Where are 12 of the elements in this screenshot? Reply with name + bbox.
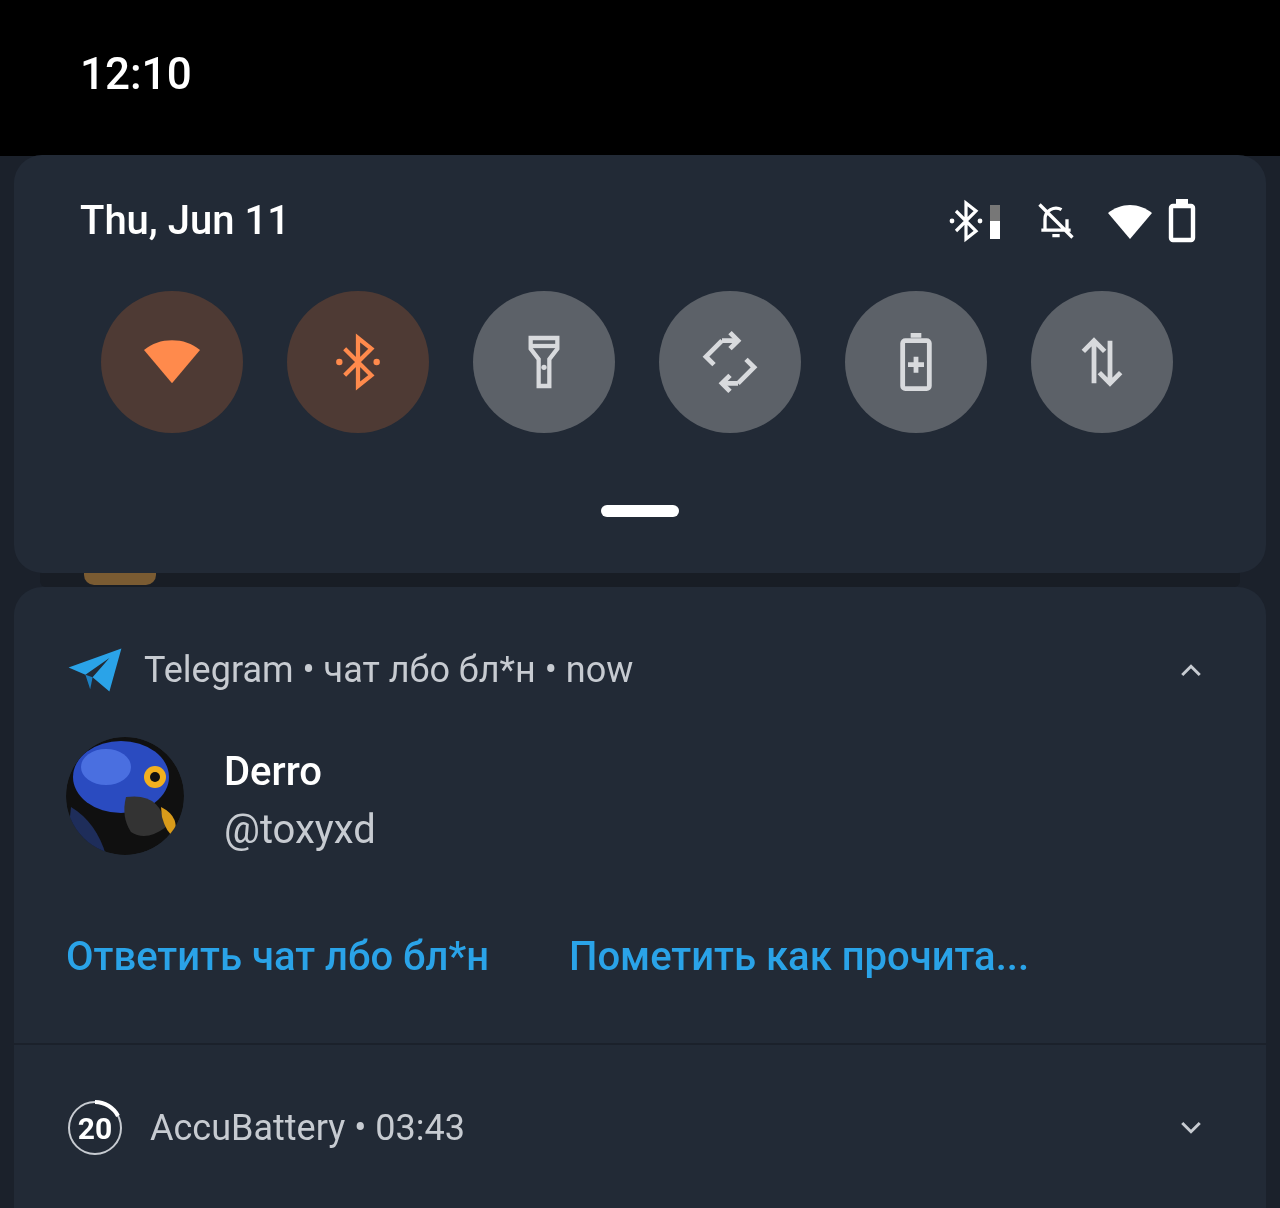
notification-header: Telegram • чат лбо бл*н • now	[144, 648, 634, 693]
battery-badge: 20	[66, 1099, 124, 1157]
action-link[interactable]: Ответить чат лбо бл*н	[66, 927, 489, 987]
sender-name: Derro	[224, 747, 323, 797]
date: Thu, Jun 11	[80, 201, 290, 241]
action-link[interactable]: Пометить как прочита...	[569, 927, 1029, 987]
battery-icon	[1168, 199, 1196, 243]
clock: 12:10	[80, 48, 192, 100]
notification-header: AccuBattery • 03:43	[150, 1106, 465, 1151]
paper-plane-icon	[66, 646, 124, 694]
drag-handle[interactable]	[601, 505, 679, 517]
message-text: @toxyxd	[224, 805, 376, 855]
